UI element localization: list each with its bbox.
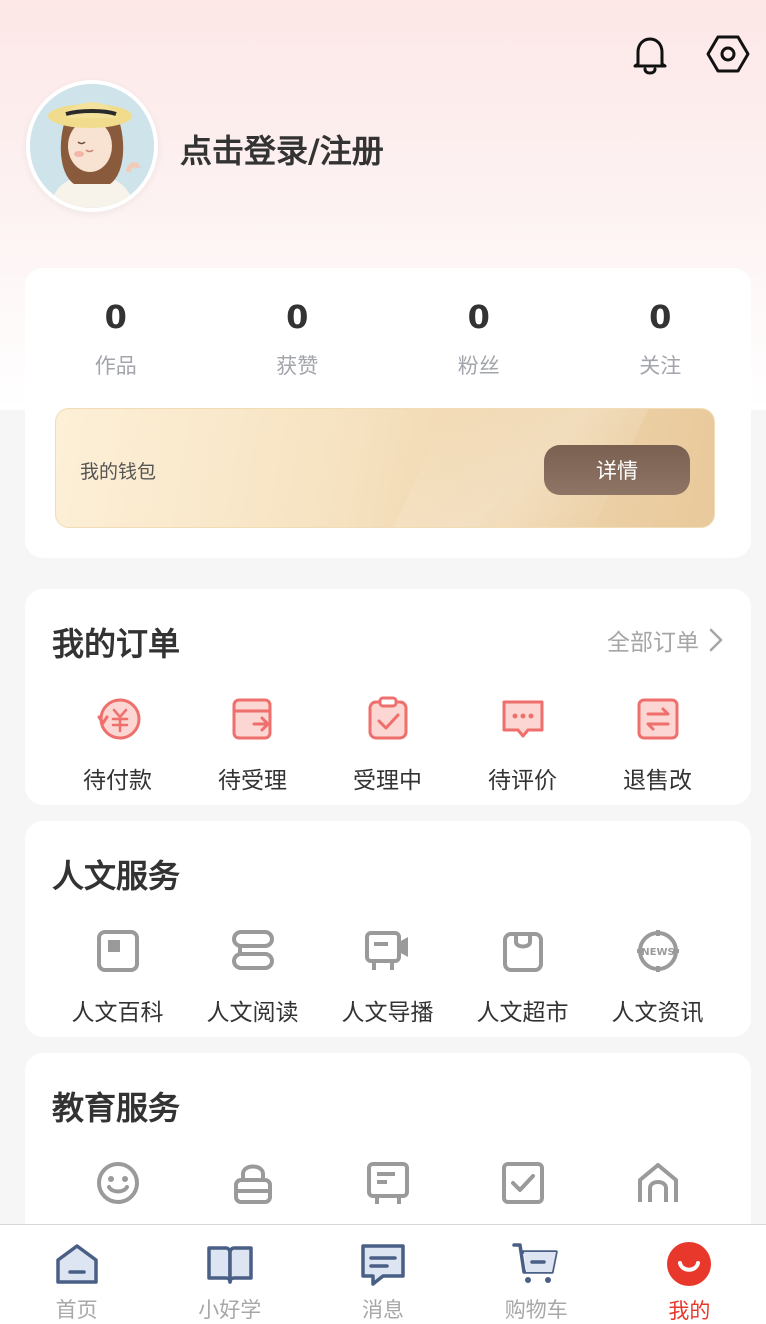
bottom-tab-bar: 首页 小好学 消息 购物车 我的 — [0, 1224, 766, 1324]
order-item-label: 退售改 — [623, 768, 692, 794]
service-item-reading[interactable]: 人文阅读 — [185, 925, 320, 1027]
education-item-3[interactable] — [320, 1157, 455, 1209]
education-item-5[interactable] — [590, 1157, 725, 1209]
top-toolbar — [626, 30, 752, 78]
tab-home[interactable]: 首页 — [0, 1225, 153, 1324]
service-item-label: 人文百科 — [71, 1000, 164, 1026]
order-item-processing[interactable]: 受理中 — [320, 693, 455, 795]
education-item-4[interactable] — [455, 1157, 590, 1209]
wallet-label: 我的钱包 — [80, 461, 157, 483]
news-icon: NEWS — [632, 925, 684, 977]
board-icon — [362, 1157, 414, 1209]
humanities-grid: 人文百科 人文阅读 人文导播 人文超市 NEWS 人文资讯 — [50, 925, 726, 1027]
lock-icon — [227, 1157, 279, 1209]
service-item-label: 人文导播 — [341, 1000, 434, 1026]
stat-likes[interactable]: 0 获赞 — [207, 298, 389, 380]
wallet-banner[interactable]: 我的钱包 详情 — [55, 408, 715, 528]
order-item-refund[interactable]: 退售改 — [590, 693, 725, 795]
service-item-broadcast[interactable]: 人文导播 — [320, 925, 455, 1027]
notification-bell-icon[interactable] — [626, 30, 674, 78]
stat-value: 0 — [649, 298, 672, 336]
refund-exchange-icon — [632, 693, 684, 745]
education-grid — [50, 1157, 726, 1209]
home-tab-icon — [53, 1241, 101, 1286]
order-item-label: 受理中 — [353, 768, 422, 794]
stats-row: 0 作品 0 获赞 0 粉丝 0 关注 — [25, 298, 751, 380]
stat-value: 0 — [104, 298, 127, 336]
chevron-right-icon — [709, 628, 723, 652]
profile-stats-card: 0 作品 0 获赞 0 粉丝 0 关注 我的钱包 详情 — [25, 268, 751, 558]
login-register-link[interactable]: 点击登录/注册 — [180, 126, 384, 172]
humanities-services-card: 人文服务 人文百科 人文阅读 人文导播 人文超市 NEWS 人文资讯 — [25, 821, 751, 1037]
tab-label: 我的 — [668, 1299, 711, 1323]
stat-label: 作品 — [94, 354, 137, 378]
tab-label: 购物车 — [504, 1298, 568, 1322]
service-item-label: 人文超市 — [476, 1000, 569, 1026]
order-item-label: 待付款 — [83, 768, 152, 794]
humanities-title: 人文服务 — [52, 857, 181, 895]
education-services-card: 教育服务 — [25, 1053, 751, 1253]
avatar[interactable] — [26, 80, 158, 212]
checkbox-icon — [497, 1157, 549, 1209]
stat-value: 0 — [467, 298, 490, 336]
profile-tab-icon — [665, 1241, 713, 1287]
stat-label: 获赞 — [276, 354, 319, 378]
service-item-encyclopedia[interactable]: 人文百科 — [50, 925, 185, 1027]
all-orders-label: 全部订单 — [607, 630, 699, 656]
encyclopedia-icon — [92, 925, 144, 977]
message-tab-icon — [359, 1241, 407, 1286]
order-item-pending-payment[interactable]: 待付款 — [50, 693, 185, 795]
orders-title: 我的订单 — [52, 625, 181, 663]
tab-study[interactable]: 小好学 — [153, 1225, 306, 1324]
all-orders-link[interactable]: 全部订单 — [607, 623, 723, 657]
order-item-pending-review[interactable]: 待评价 — [455, 693, 590, 795]
service-item-label: 人文阅读 — [206, 1000, 299, 1026]
settings-gear-icon[interactable] — [704, 30, 752, 78]
home-icon — [632, 1157, 684, 1209]
order-item-label: 待受理 — [218, 768, 287, 794]
order-item-pending-acceptance[interactable]: 待受理 — [185, 693, 320, 795]
tab-profile[interactable]: 我的 — [613, 1225, 766, 1324]
order-item-label: 待评价 — [488, 768, 557, 794]
tab-label: 小好学 — [198, 1298, 262, 1322]
tab-label: 首页 — [55, 1298, 98, 1322]
book-tab-icon — [206, 1241, 254, 1286]
tab-label: 消息 — [362, 1298, 404, 1322]
service-item-news[interactable]: NEWS 人文资讯 — [590, 925, 725, 1027]
orders-card: 我的订单 全部订单 待付款 待受理 受理中 待评价 退售改 — [25, 589, 751, 805]
stat-label: 关注 — [639, 354, 682, 378]
tab-messages[interactable]: 消息 — [306, 1225, 459, 1324]
stat-following[interactable]: 0 关注 — [570, 298, 752, 380]
shopping-bag-icon — [497, 925, 549, 977]
cart-tab-icon — [512, 1241, 560, 1286]
stat-works[interactable]: 0 作品 — [25, 298, 207, 380]
review-pending-icon — [497, 693, 549, 745]
smiley-icon — [92, 1157, 144, 1209]
wallet-details-button[interactable]: 详情 — [544, 445, 690, 495]
reading-icon — [227, 925, 279, 977]
stat-label: 粉丝 — [457, 354, 500, 378]
processing-icon — [362, 693, 414, 745]
orders-grid: 待付款 待受理 受理中 待评价 退售改 — [50, 693, 726, 795]
broadcast-icon — [362, 925, 414, 977]
stat-value: 0 — [286, 298, 309, 336]
education-item-2[interactable] — [185, 1157, 320, 1209]
svg-text:NEWS: NEWS — [641, 947, 674, 958]
service-item-supermarket[interactable]: 人文超市 — [455, 925, 590, 1027]
education-title: 教育服务 — [52, 1089, 181, 1127]
tab-cart[interactable]: 购物车 — [460, 1225, 613, 1324]
service-item-label: 人文资讯 — [611, 1000, 704, 1026]
stat-fans[interactable]: 0 粉丝 — [388, 298, 570, 380]
payment-pending-icon — [92, 693, 144, 745]
pending-acceptance-icon — [227, 693, 279, 745]
education-item-1[interactable] — [50, 1157, 185, 1209]
